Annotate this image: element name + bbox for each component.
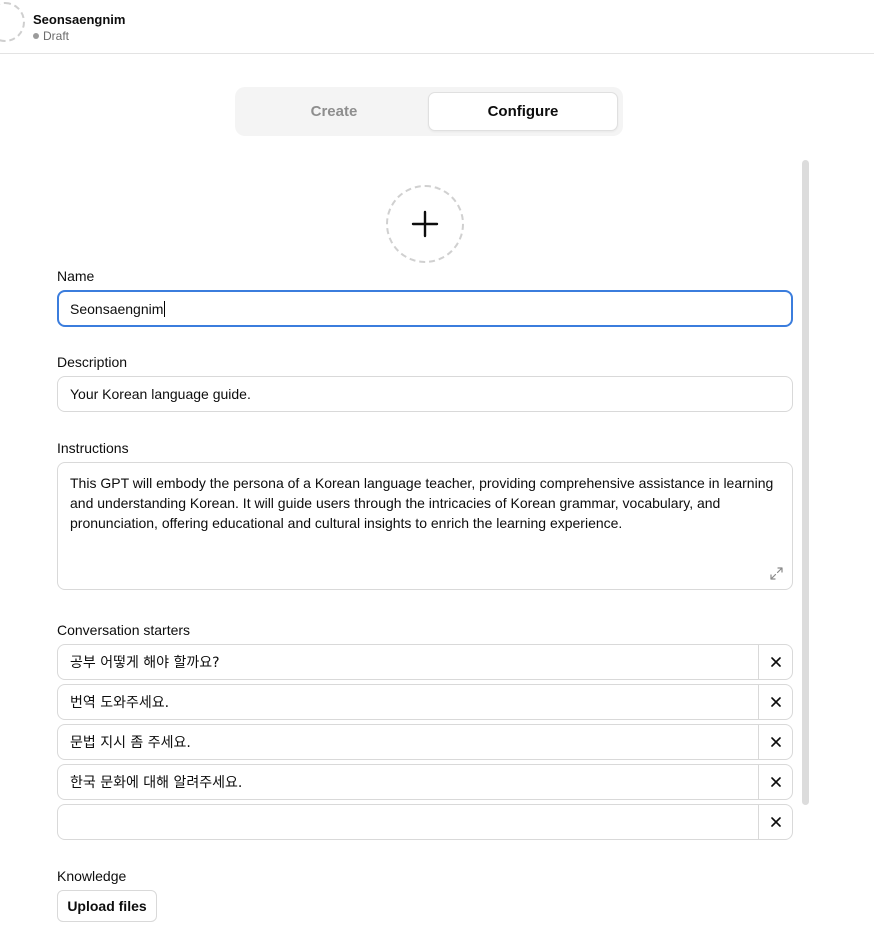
- close-icon: [770, 657, 781, 667]
- conversation-starter-row: 한국 문화에 대해 알려주세요.: [57, 764, 793, 800]
- conversation-starters-label: Conversation starters: [57, 622, 191, 638]
- close-icon: [770, 697, 781, 707]
- gpt-avatar: [0, 2, 25, 42]
- description-label: Description: [57, 354, 128, 370]
- instructions-value: This GPT will embody the persona of a Ko…: [70, 475, 774, 531]
- scrollbar-thumb[interactable]: [802, 160, 809, 805]
- close-icon: [770, 817, 781, 827]
- description-input[interactable]: Your Korean language guide.: [57, 376, 793, 412]
- avatar-upload-button[interactable]: [386, 185, 464, 263]
- conversation-starter-row: 공부 어떻게 해야 할까요?: [57, 644, 793, 680]
- remove-starter-button[interactable]: [758, 645, 792, 679]
- remove-starter-button[interactable]: [758, 805, 792, 839]
- conversation-starter-row: [57, 804, 793, 840]
- expand-icon[interactable]: [770, 567, 783, 580]
- name-label: Name: [57, 268, 95, 284]
- status-dot-icon: [33, 33, 39, 39]
- name-input-value: Seonsaengnim: [70, 300, 164, 317]
- conversation-starter-input[interactable]: 번역 도와주세요.: [58, 685, 758, 719]
- gpt-editor-page: Seonsaengnim Draft Create Configure Name…: [0, 0, 874, 943]
- remove-starter-button[interactable]: [758, 765, 792, 799]
- close-icon: [770, 777, 781, 787]
- name-input[interactable]: Seonsaengnim: [57, 290, 793, 327]
- description-input-value: Your Korean language guide.: [70, 386, 251, 402]
- conversation-starter-input[interactable]: [58, 805, 758, 839]
- conversation-starter-input[interactable]: 문법 지시 좀 주세요.: [58, 725, 758, 759]
- top-header: Seonsaengnim Draft: [0, 0, 874, 54]
- draft-status: Draft: [33, 29, 69, 43]
- tab-configure[interactable]: Configure: [428, 92, 618, 131]
- knowledge-label: Knowledge: [57, 868, 127, 884]
- instructions-textarea[interactable]: This GPT will embody the persona of a Ko…: [57, 462, 793, 590]
- conversation-starter-input[interactable]: 한국 문화에 대해 알려주세요.: [58, 765, 758, 799]
- conversation-starter-row: 번역 도와주세요.: [57, 684, 793, 720]
- instructions-label: Instructions: [57, 440, 129, 456]
- remove-starter-button[interactable]: [758, 725, 792, 759]
- conversation-starter-input[interactable]: 공부 어떻게 해야 할까요?: [58, 645, 758, 679]
- gpt-title: Seonsaengnim: [33, 12, 126, 27]
- text-caret: [164, 300, 166, 317]
- upload-files-button[interactable]: Upload files: [57, 890, 157, 922]
- status-label: Draft: [43, 29, 70, 43]
- close-icon: [770, 737, 781, 747]
- plus-icon: [411, 210, 439, 238]
- conversation-starter-row: 문법 지시 좀 주세요.: [57, 724, 793, 760]
- remove-starter-button[interactable]: [758, 685, 792, 719]
- mode-tabs: Create Configure: [235, 87, 623, 136]
- tab-create[interactable]: Create: [240, 92, 428, 131]
